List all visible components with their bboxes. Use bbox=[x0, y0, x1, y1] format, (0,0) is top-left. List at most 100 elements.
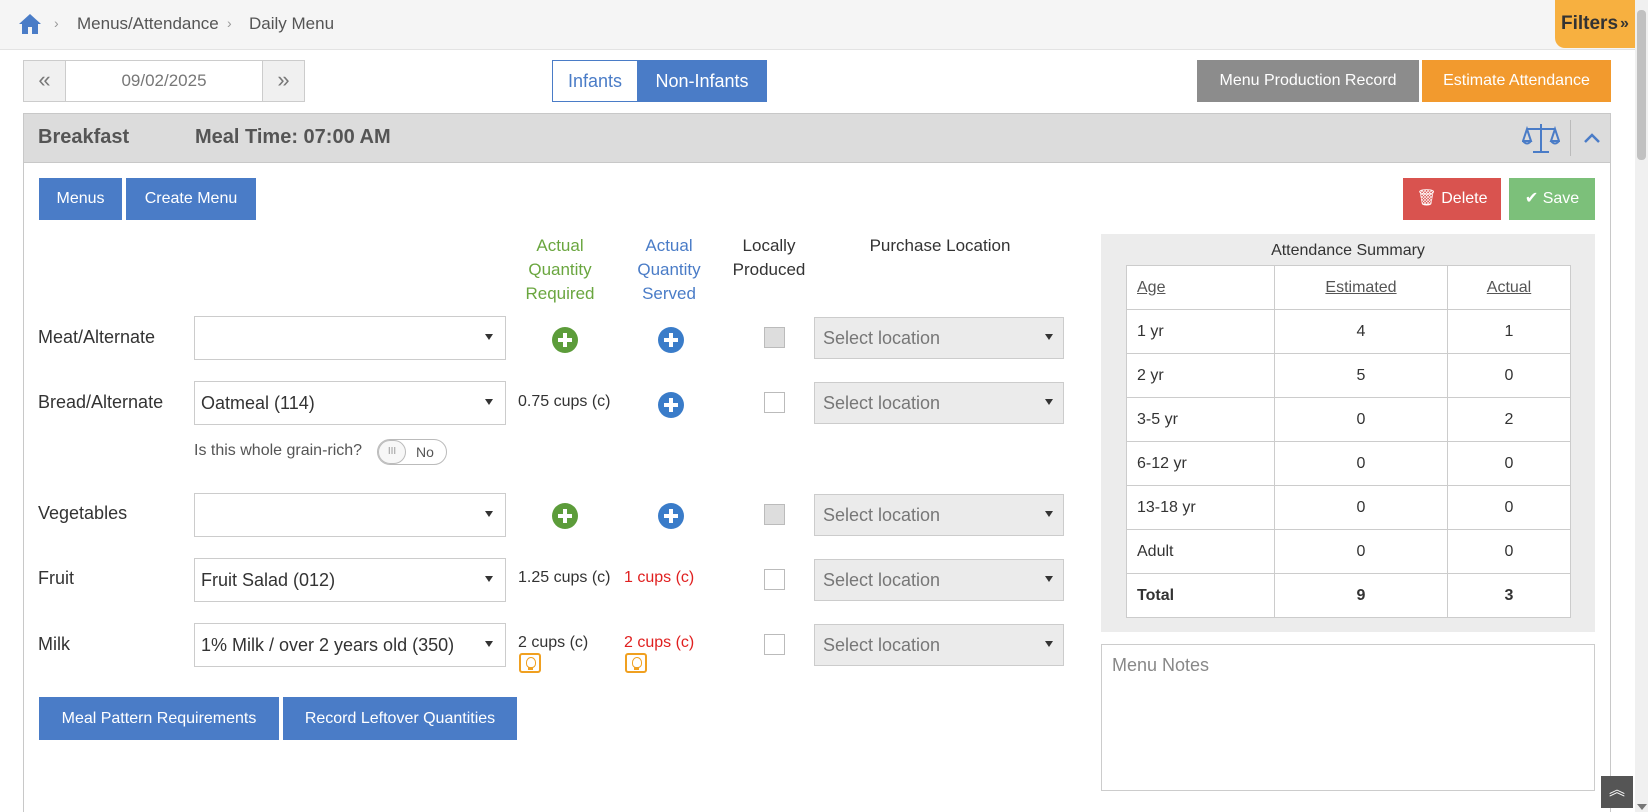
attendance-summary-title: Attendance Summary bbox=[1271, 242, 1425, 259]
purchase-location-select[interactable]: Select location bbox=[814, 624, 1064, 666]
add-served-quantity-icon[interactable] bbox=[658, 392, 684, 418]
create-menu-button[interactable]: Create Menu bbox=[126, 178, 256, 220]
add-required-quantity-icon[interactable] bbox=[552, 327, 578, 353]
served-quantity: 2 cups (c) bbox=[624, 634, 695, 651]
actual-cell: 2 bbox=[1447, 397, 1571, 442]
purchase-location-select[interactable]: Select location bbox=[814, 382, 1064, 424]
menus-button[interactable]: Menus bbox=[39, 178, 122, 220]
lightbulb-icon[interactable] bbox=[519, 653, 541, 673]
estimated-cell: 5 bbox=[1274, 353, 1448, 398]
attendance-table: Age Estimated Actual 1 yr 4 1 2 yr 5 0 3-5 y… bbox=[1126, 265, 1571, 618]
actual-cell: 0 bbox=[1447, 353, 1571, 398]
whole-grain-toggle[interactable]: III No bbox=[377, 439, 447, 465]
selected-value: Oatmeal (114) bbox=[201, 393, 315, 413]
table-row: 2 yr 5 0 bbox=[1126, 353, 1571, 398]
header-divider bbox=[1570, 120, 1571, 156]
chevron-double-down-icon: » bbox=[1620, 15, 1629, 32]
locally-produced-checkbox[interactable] bbox=[764, 569, 785, 590]
caret-down-icon bbox=[1045, 576, 1053, 582]
save-button[interactable]: ✔ Save bbox=[1509, 178, 1595, 220]
locally-produced-checkbox[interactable] bbox=[764, 634, 785, 655]
breadcrumb-daily-menu: Daily Menu bbox=[249, 14, 335, 33]
header-estimated[interactable]: Estimated bbox=[1274, 265, 1448, 310]
column-purchase-location: Purchase Location bbox=[869, 236, 1011, 255]
menu-notes-container bbox=[1101, 644, 1595, 791]
meal-name: Breakfast bbox=[38, 126, 130, 148]
caret-down-icon bbox=[1045, 399, 1053, 405]
component-label: Meat/Alternate bbox=[38, 327, 156, 347]
estimated-cell: 4 bbox=[1274, 309, 1448, 354]
table-row: Adult 0 0 bbox=[1126, 529, 1571, 574]
menu-item-select[interactable]: Oatmeal (114) bbox=[194, 381, 506, 425]
caret-down-icon bbox=[1045, 511, 1053, 517]
add-served-quantity-icon[interactable] bbox=[658, 327, 684, 353]
add-served-quantity-icon[interactable] bbox=[658, 503, 684, 529]
save-label: Save bbox=[1542, 190, 1580, 207]
column-actual-quantity-required: Actual Quantity Required bbox=[525, 236, 595, 303]
header-actual[interactable]: Actual bbox=[1447, 265, 1571, 310]
purchase-location-select[interactable]: Select location bbox=[814, 559, 1064, 601]
record-leftover-quantities-button[interactable]: Record Leftover Quantities bbox=[283, 697, 517, 740]
location-value: Select location bbox=[823, 393, 941, 413]
total-actual-cell: 3 bbox=[1447, 573, 1571, 618]
table-row: 1 yr 4 1 bbox=[1126, 309, 1571, 354]
chevron-up-icon[interactable] bbox=[1582, 128, 1602, 148]
menu-notes-textarea[interactable] bbox=[1102, 645, 1594, 790]
actual-cell: 0 bbox=[1447, 485, 1571, 530]
table-row: 3-5 yr 0 2 bbox=[1126, 397, 1571, 442]
check-circle-icon: ✔ bbox=[1524, 190, 1539, 207]
component-label: Fruit bbox=[38, 568, 74, 588]
meal-pattern-requirements-button[interactable]: Meal Pattern Requirements bbox=[39, 697, 279, 740]
menu-production-record-button[interactable]: Menu Production Record bbox=[1197, 60, 1419, 102]
menu-item-select[interactable] bbox=[194, 316, 506, 360]
vertical-scrollbar[interactable] bbox=[1635, 0, 1648, 812]
location-value: Select location bbox=[823, 570, 941, 590]
chevron-right-icon: › bbox=[54, 15, 59, 31]
chevron-right-icon: › bbox=[227, 15, 232, 31]
add-required-quantity-icon[interactable] bbox=[552, 503, 578, 529]
caret-down-icon bbox=[485, 576, 493, 582]
attendance-summary: Attendance Summary Age Estimated Actual … bbox=[1101, 234, 1595, 632]
next-date-button[interactable]: » bbox=[262, 61, 304, 101]
location-value: Select location bbox=[823, 328, 941, 348]
caret-down-icon bbox=[485, 399, 493, 405]
estimate-attendance-button[interactable]: Estimate Attendance bbox=[1422, 60, 1611, 102]
component-label: Milk bbox=[38, 634, 70, 654]
required-quantity: 0.75 cups (c) bbox=[518, 393, 611, 410]
menu-item-select[interactable]: Fruit Salad (012) bbox=[194, 558, 506, 602]
selected-value: 1% Milk / over 2 years old (350) bbox=[201, 635, 455, 655]
scroll-to-top-button[interactable]: ︽ bbox=[1601, 776, 1633, 808]
balance-scale-icon[interactable] bbox=[1522, 121, 1560, 155]
purchase-location-select[interactable]: Select location bbox=[814, 317, 1064, 359]
estimated-cell: 0 bbox=[1274, 485, 1448, 530]
home-icon[interactable] bbox=[18, 12, 42, 36]
previous-date-button[interactable]: « bbox=[24, 61, 66, 101]
locally-produced-checkbox[interactable] bbox=[764, 392, 785, 413]
locally-produced-checkbox[interactable] bbox=[764, 504, 785, 525]
non-infants-tab[interactable]: Non-Infants bbox=[637, 60, 767, 102]
table-row: 6-12 yr 0 0 bbox=[1126, 441, 1571, 486]
header-age[interactable]: Age bbox=[1126, 265, 1275, 310]
lightbulb-icon[interactable] bbox=[625, 653, 647, 673]
menu-item-select[interactable] bbox=[194, 493, 506, 537]
age-cell: Adult bbox=[1126, 529, 1275, 574]
scroll-down-arrow-icon[interactable] bbox=[1637, 804, 1647, 810]
caret-down-icon bbox=[485, 334, 493, 340]
scrollbar-thumb[interactable] bbox=[1637, 10, 1646, 160]
whole-grain-question: Is this whole grain-rich? bbox=[194, 442, 363, 459]
trash-icon: 🗑 bbox=[1416, 190, 1437, 207]
age-cell: 2 yr bbox=[1126, 353, 1275, 398]
toggle-knob[interactable]: III bbox=[378, 440, 406, 464]
meal-time: Meal Time: 07:00 AM bbox=[195, 126, 391, 148]
breadcrumb-menus-attendance[interactable]: Menus/Attendance bbox=[77, 14, 219, 34]
delete-button[interactable]: 🗑 Delete bbox=[1403, 178, 1501, 220]
purchase-location-select[interactable]: Select location bbox=[814, 494, 1064, 536]
chevron-double-up-icon: ︽ bbox=[1608, 782, 1625, 799]
column-actual-quantity-served: Actual Quantity Served bbox=[637, 236, 701, 303]
filters-button[interactable]: Filters» bbox=[1555, 0, 1639, 48]
menu-item-select[interactable]: 1% Milk / over 2 years old (350) bbox=[194, 623, 506, 667]
locally-produced-checkbox[interactable] bbox=[764, 327, 785, 348]
date-input[interactable]: 09/02/2025 bbox=[66, 61, 262, 101]
toggle-value: No bbox=[416, 444, 434, 460]
infants-tab[interactable]: Infants bbox=[552, 60, 638, 102]
